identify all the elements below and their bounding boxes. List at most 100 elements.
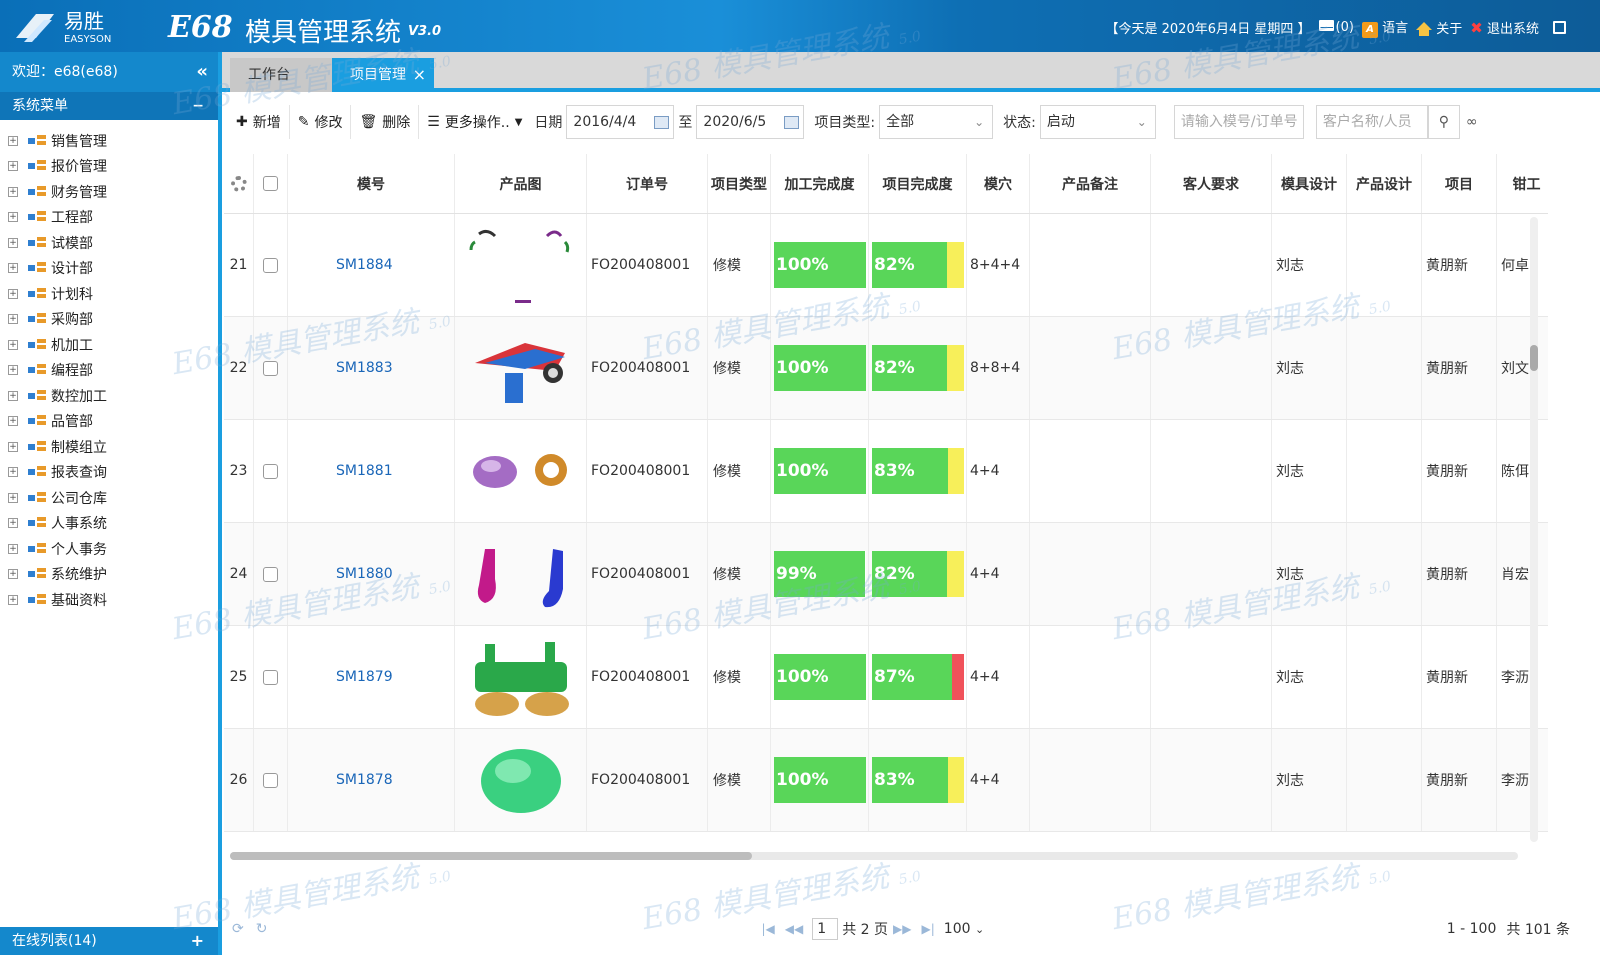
menu-item[interactable]: + 个人事务 <box>0 536 218 562</box>
customer-search-input[interactable]: 客户名称/人员 <box>1315 105 1428 139</box>
col-image[interactable]: 产品图 <box>455 154 587 213</box>
collapse-sidebar-icon[interactable]: « <box>196 52 208 92</box>
fullscreen-icon[interactable] <box>1553 21 1566 34</box>
menu-item[interactable]: + 机加工 <box>0 332 218 358</box>
last-page-icon[interactable]: ▶| <box>922 922 935 936</box>
col-fitter[interactable]: 钳工 <box>1497 154 1548 213</box>
vertical-scrollbar[interactable] <box>1530 217 1538 842</box>
mold-number-link[interactable]: SM1884 <box>336 257 393 273</box>
add-button[interactable]: ✚ 新增 <box>228 105 290 139</box>
row-checkbox[interactable] <box>263 772 278 788</box>
search-button[interactable]: ⚲ <box>1427 105 1460 139</box>
table-row[interactable]: 25 SM1879 FO200408001 修模 100% 87% 4+4 刘志 黄朋新 李沥 <box>224 626 1548 729</box>
expand-icon[interactable]: + <box>8 186 18 197</box>
settings-column[interactable] <box>224 154 254 213</box>
date-to-field[interactable]: 2020/6/5 <box>696 105 805 139</box>
expand-icon[interactable]: + <box>8 314 18 325</box>
gear-icon[interactable] <box>230 175 247 192</box>
calendar-icon[interactable] <box>784 116 800 129</box>
vertical-scroll-thumb[interactable] <box>1530 345 1538 371</box>
expand-icon[interactable]: + <box>8 263 18 274</box>
col-mold[interactable]: 模号 <box>288 154 455 213</box>
refresh-icon[interactable]: ⟳ <box>232 921 244 937</box>
reload-icon[interactable]: ↻ <box>256 921 268 937</box>
expand-icon[interactable]: + <box>8 237 18 248</box>
about-button[interactable]: 关于 <box>1416 18 1462 37</box>
reset-icon[interactable]: ∞ <box>1466 114 1478 130</box>
expand-icon[interactable]: + <box>8 365 18 376</box>
online-list-bar[interactable]: 在线列表(14) + <box>0 927 218 955</box>
mold-order-search-input[interactable]: 请输入模号/订单号 <box>1173 105 1304 139</box>
row-checkbox[interactable] <box>263 257 278 273</box>
menu-item[interactable]: + 报表查询 <box>0 460 218 486</box>
menu-item[interactable]: + 数控加工 <box>0 383 218 409</box>
menu-header[interactable]: 系统菜单 − <box>0 92 218 120</box>
col-project[interactable]: 项目 <box>1422 154 1497 213</box>
page-input[interactable]: 1 <box>812 918 839 940</box>
mold-number-link[interactable]: SM1880 <box>336 566 393 582</box>
menu-item[interactable]: + 公司仓库 <box>0 485 218 511</box>
product-image[interactable] <box>465 323 577 413</box>
product-image[interactable] <box>465 220 577 310</box>
mold-number-link[interactable]: SM1878 <box>336 772 393 788</box>
expand-icon[interactable]: + <box>8 441 18 452</box>
select-all-checkbox[interactable] <box>263 176 278 191</box>
table-row[interactable]: 23 SM1881 FO200408001 修模 100% 83% 4+4 刘志 黄朋新 陈佴 <box>224 420 1548 523</box>
first-page-icon[interactable]: |◀ <box>761 922 774 936</box>
menu-item[interactable]: + 销售管理 <box>0 128 218 154</box>
menu-item[interactable]: + 计划科 <box>0 281 218 307</box>
horizontal-scrollbar[interactable] <box>230 852 1518 860</box>
row-checkbox[interactable] <box>263 463 278 479</box>
expand-icon[interactable]: + <box>8 569 18 580</box>
expand-icon[interactable]: + <box>8 416 18 427</box>
row-checkbox[interactable] <box>263 360 278 376</box>
expand-icon[interactable]: + <box>8 161 18 172</box>
menu-item[interactable]: + 采购部 <box>0 307 218 333</box>
date-from-field[interactable]: 2016/4/4 <box>566 105 675 139</box>
tab-workbench[interactable]: 工作台 <box>230 58 334 92</box>
status-select[interactable]: 启动 ⌄ <box>1039 105 1156 139</box>
menu-item[interactable]: + 试模部 <box>0 230 218 256</box>
col-mold-design[interactable]: 模具设计 <box>1272 154 1347 213</box>
expand-icon[interactable]: + <box>8 390 18 401</box>
page-size-select[interactable]: 100 ⌄ <box>944 921 984 937</box>
mail-button[interactable]: (0) <box>1318 20 1354 35</box>
exit-button[interactable]: ✖ 退出系统 <box>1470 18 1539 37</box>
col-project-progress[interactable]: 项目完成度 <box>869 154 967 213</box>
mold-number-link[interactable]: SM1879 <box>336 669 393 685</box>
menu-item[interactable]: + 编程部 <box>0 358 218 384</box>
collapse-menu-icon[interactable]: − <box>192 92 204 120</box>
menu-item[interactable]: + 制模组立 <box>0 434 218 460</box>
expand-icon[interactable]: + <box>8 467 18 478</box>
menu-item[interactable]: + 人事系统 <box>0 511 218 537</box>
col-customer-req[interactable]: 客人要求 <box>1151 154 1272 213</box>
col-cavity[interactable]: 模穴 <box>967 154 1030 213</box>
product-image[interactable] <box>465 426 577 516</box>
more-actions-button[interactable]: ☰ 更多操作.. ▼ <box>419 105 530 139</box>
table-row[interactable]: 21 SM1884 FO200408001 修模 100% 82% 8+4+4 刘志 黄朋新 何卓 <box>224 214 1548 317</box>
edit-button[interactable]: ✎ 修改 <box>290 105 352 139</box>
expand-icon[interactable]: + <box>8 288 18 299</box>
col-product-design[interactable]: 产品设计 <box>1347 154 1422 213</box>
delete-button[interactable]: 🗑 删除 <box>351 105 420 139</box>
expand-icon[interactable]: + <box>8 492 18 503</box>
mold-number-link[interactable]: SM1881 <box>336 463 393 479</box>
tab-project-management[interactable]: 项目管理 × <box>332 58 434 92</box>
menu-item[interactable]: + 工程部 <box>0 205 218 231</box>
horizontal-scroll-thumb[interactable] <box>230 852 752 860</box>
close-tab-icon[interactable]: × <box>413 58 426 92</box>
expand-online-icon[interactable]: + <box>191 927 204 955</box>
menu-item[interactable]: + 系统维护 <box>0 562 218 588</box>
project-type-select[interactable]: 全部 ⌄ <box>879 105 994 139</box>
expand-icon[interactable]: + <box>8 135 18 146</box>
expand-icon[interactable]: + <box>8 212 18 223</box>
expand-icon[interactable]: + <box>8 518 18 529</box>
menu-item[interactable]: + 报价管理 <box>0 154 218 180</box>
prev-page-icon[interactable]: ◀◀ <box>785 922 803 936</box>
calendar-icon[interactable] <box>654 116 670 129</box>
col-order[interactable]: 订单号 <box>587 154 708 213</box>
table-row[interactable]: 24 SM1880 FO200408001 修模 99% 82% 4+4 刘志 黄朋新 肖宏 <box>224 523 1548 626</box>
mold-number-link[interactable]: SM1883 <box>336 360 393 376</box>
product-image[interactable] <box>465 632 577 722</box>
col-process-progress[interactable]: 加工完成度 <box>771 154 869 213</box>
